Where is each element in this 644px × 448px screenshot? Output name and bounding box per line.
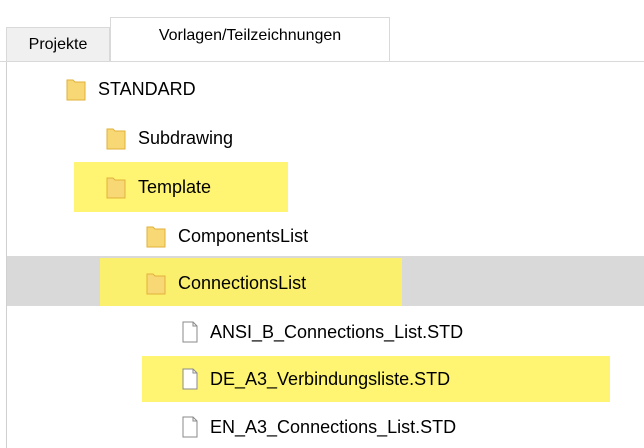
folder-icon	[106, 175, 126, 199]
tree-node-standard[interactable]: STANDARD	[66, 70, 196, 108]
tree-node-label: STANDARD	[98, 78, 196, 99]
folder-icon	[106, 126, 126, 150]
document-icon	[182, 321, 198, 343]
folder-icon	[66, 77, 86, 101]
tab-strip: Projekte Vorlagen/Teilzeichnungen	[0, 0, 644, 62]
document-icon	[182, 368, 198, 390]
tree-node-de-a3-verbindungsliste[interactable]: DE_A3_Verbindungsliste.STD	[182, 360, 450, 398]
folder-icon	[146, 271, 166, 295]
document-icon	[182, 416, 198, 438]
tree-node-ansi-b-connections-list[interactable]: ANSI_B_Connections_List.STD	[182, 313, 463, 351]
tree-node-subdrawing[interactable]: Subdrawing	[106, 119, 233, 157]
tree-node-label: ANSI_B_Connections_List.STD	[210, 321, 464, 342]
tree-node-label: ConnectionsList	[178, 272, 307, 293]
tree-node-componentslist[interactable]: ComponentsList	[146, 217, 308, 255]
tree-node-label: Template	[138, 176, 212, 197]
tree-node-connectionslist[interactable]: ConnectionsList	[146, 264, 306, 302]
template-tree[interactable]: STANDARD Subdrawing Template ComponentsL…	[0, 62, 644, 448]
tree-node-label: ComponentsList	[178, 225, 309, 246]
tab-projekte[interactable]: Projekte	[6, 27, 110, 61]
tree-node-template[interactable]: Template	[106, 168, 211, 206]
tree-node-label: Subdrawing	[138, 127, 234, 148]
tree-node-label: EN_A3_Connections_List.STD	[210, 416, 457, 437]
tree-left-border	[6, 62, 7, 448]
tree-node-en-a3-connections-list[interactable]: EN_A3_Connections_List.STD	[182, 408, 456, 446]
tab-vorlagen-teilzeichnungen[interactable]: Vorlagen/Teilzeichnungen	[110, 17, 390, 62]
tree-node-label: DE_A3_Verbindungsliste.STD	[210, 368, 451, 389]
folder-icon	[146, 224, 166, 248]
